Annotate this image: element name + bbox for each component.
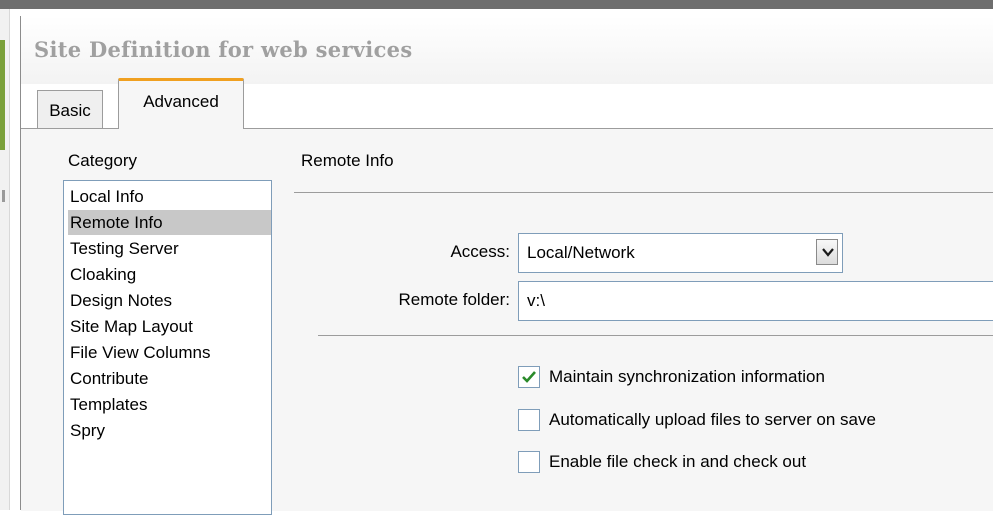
tab-basic[interactable]: Basic [37,90,103,128]
check-in-out-checkbox[interactable] [518,451,540,473]
dialog-title: Site Definition for web services [34,37,413,62]
category-item-templates[interactable]: Templates [68,392,271,417]
category-item-cloaking[interactable]: Cloaking [68,262,271,287]
options-divider [318,335,993,336]
auto-upload-label: Automatically upload files to server on … [549,410,876,429]
dropdown-button[interactable] [816,239,838,265]
access-select[interactable]: Local/Network [518,233,843,273]
category-item-spry[interactable]: Spry [68,418,271,443]
tab-advanced[interactable]: Advanced [118,78,244,129]
left-resize-grip [2,190,5,202]
category-item-remote-info[interactable]: Remote Info [68,210,271,235]
left-accent-bar [0,40,5,150]
remote-folder-label: Remote folder: [398,290,511,309]
checkmark-icon [522,371,536,383]
section-title: Remote Info [301,151,394,170]
remote-folder-value: v:\ [527,291,545,310]
maintain-sync-label: Maintain synchronization information [549,367,825,386]
category-item-contribute[interactable]: Contribute [68,366,271,391]
category-item-local-info[interactable]: Local Info [68,184,271,209]
category-item-file-view-columns[interactable]: File View Columns [68,340,271,365]
window-top-border [0,0,993,9]
category-item-design-notes[interactable]: Design Notes [68,288,271,313]
access-label: Access: [450,242,510,261]
site-definition-dialog: Site Definition for web services Basic A… [20,16,993,515]
advanced-panel: Category Local Info Remote Info Testing … [21,128,993,515]
check-in-out-label: Enable file check in and check out [549,452,807,471]
maintain-sync-checkbox[interactable] [518,366,540,388]
category-label: Category [68,151,137,170]
access-value: Local/Network [527,243,635,262]
remote-folder-input[interactable]: v:\ [518,281,993,321]
title-bar: Site Definition for web services [21,16,993,84]
category-item-testing-server[interactable]: Testing Server [68,236,271,261]
category-item-site-map-layout[interactable]: Site Map Layout [68,314,271,339]
chevron-down-icon [822,248,834,257]
section-divider [294,192,993,193]
auto-upload-checkbox[interactable] [518,409,540,431]
category-list[interactable]: Local Info Remote Info Testing Server Cl… [63,180,272,515]
